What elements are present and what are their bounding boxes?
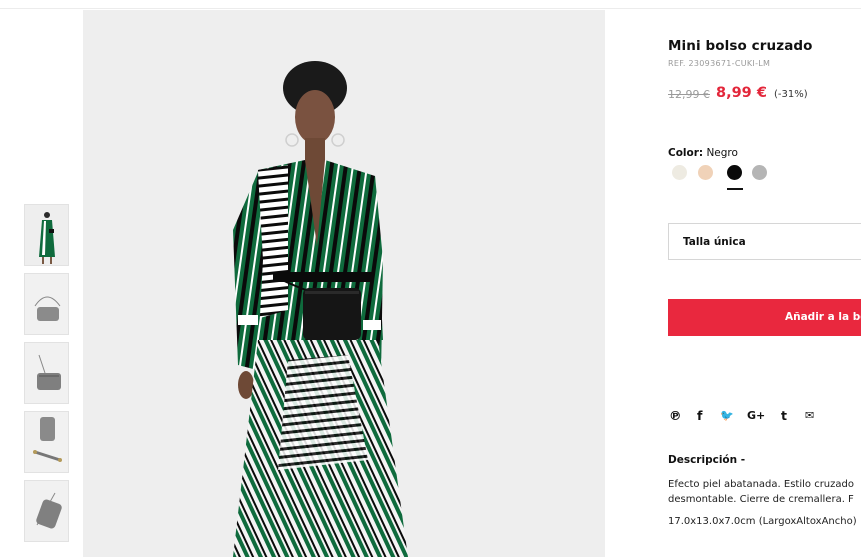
swatch-negro[interactable] — [727, 165, 742, 180]
thumbnail-strip — [24, 204, 69, 549]
description-text: Efecto piel abatanada. Estilo cruzado de… — [668, 479, 854, 505]
thumbnail-bag-strap[interactable] — [24, 411, 69, 473]
product-dimensions: 17.0x13.0x7.0cm (LargoxAltoxAncho) — [668, 516, 857, 527]
product-title: Mini bolso cruzado — [668, 38, 813, 54]
facebook-icon[interactable]: f — [697, 406, 702, 426]
thumbnail-bag-side[interactable] — [24, 342, 69, 404]
thumbnail-model[interactable] — [24, 204, 69, 266]
selected-color: Negro — [706, 147, 738, 159]
thumbnail-bag-angle[interactable] — [24, 480, 69, 542]
sale-price: 8,99 € — [716, 85, 767, 101]
swatch-crudo[interactable] — [672, 165, 687, 180]
email-icon[interactable]: ✉ — [805, 406, 814, 426]
add-to-bag-button[interactable]: Añadir a la bolsa — [668, 299, 861, 336]
thumbnail-bag-front[interactable] — [24, 273, 69, 335]
product-main-image[interactable] — [83, 10, 605, 557]
selected-swatch-indicator — [727, 188, 743, 190]
description-heading[interactable]: Descripción - — [668, 454, 745, 466]
swatch-gris[interactable] — [752, 165, 767, 180]
size-select[interactable]: Talla única — [668, 223, 861, 260]
product-info-panel: Mini bolso cruzado REF. 23093671-CUKI-LM… — [668, 0, 861, 557]
size-select-value: Talla única — [683, 236, 746, 248]
discount-badge: (-31%) — [774, 89, 808, 100]
tumblr-icon[interactable]: t — [781, 406, 787, 426]
product-reference: REF. 23093671-CUKI-LM — [668, 59, 771, 68]
swatch-rosa[interactable] — [698, 165, 713, 180]
original-price: 12,99 € — [668, 88, 710, 101]
twitter-icon[interactable]: 🐦 — [720, 406, 734, 426]
add-to-bag-label: Añadir a la bolsa — [785, 311, 861, 323]
color-label-row: Color: Negro — [668, 147, 738, 159]
color-label: Color: — [668, 147, 704, 159]
pinterest-icon[interactable]: ℗ — [669, 406, 682, 426]
google-plus-icon[interactable]: G+ — [747, 406, 765, 426]
